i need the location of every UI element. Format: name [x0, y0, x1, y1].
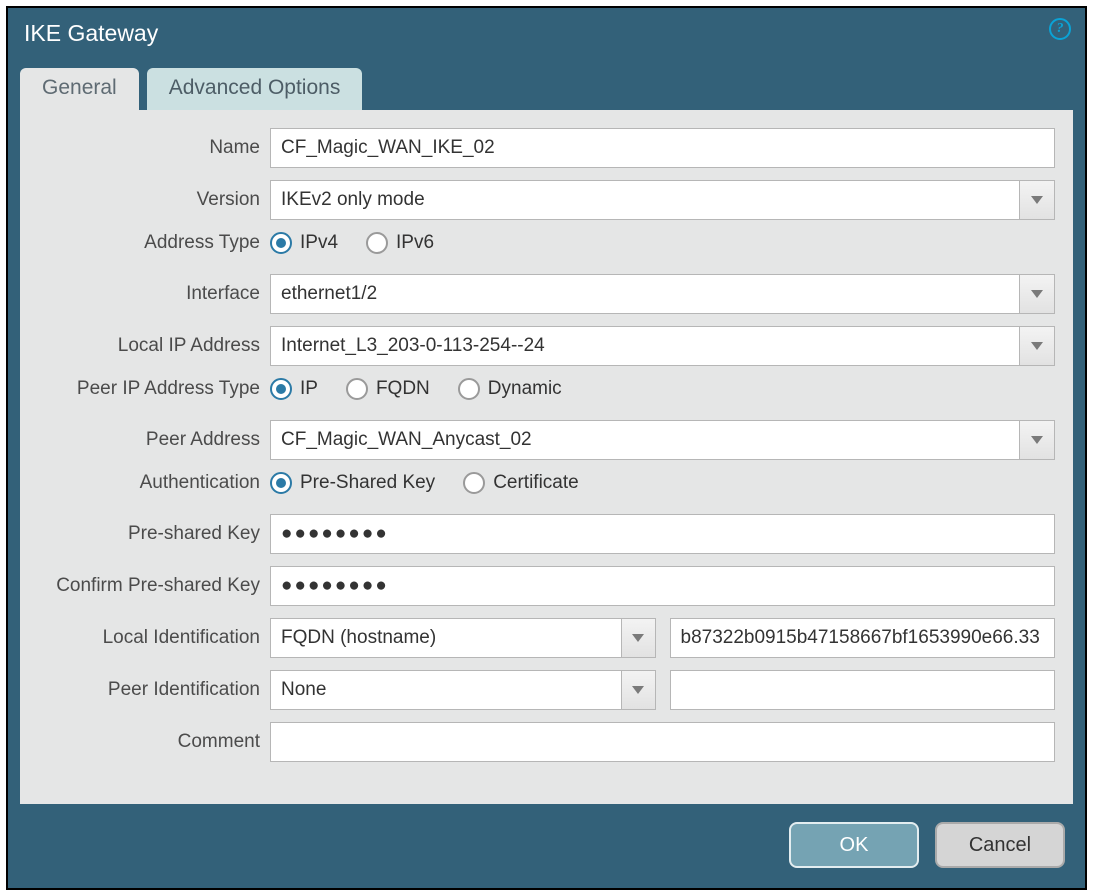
radio-psk-label: Pre-Shared Key: [300, 472, 435, 494]
interface-dropdown-button[interactable]: [1019, 274, 1055, 314]
label-version: Version: [38, 189, 270, 211]
radio-ipv6[interactable]: IPv6: [366, 232, 434, 254]
tab-advanced-options[interactable]: Advanced Options: [147, 68, 363, 110]
local-id-type-dropdown-button[interactable]: [621, 618, 656, 658]
radio-peer-fqdn-label: FQDN: [376, 378, 430, 400]
chevron-down-icon: [631, 633, 645, 643]
radio-peer-dynamic[interactable]: Dynamic: [458, 378, 562, 400]
local-id-value-input[interactable]: [670, 618, 1056, 658]
psk-input[interactable]: [270, 514, 1055, 554]
radio-ipv4[interactable]: IPv4: [270, 232, 338, 254]
radio-peer-fqdn[interactable]: FQDN: [346, 378, 430, 400]
dialog-title: IKE Gateway: [24, 20, 158, 46]
label-address-type: Address Type: [38, 232, 270, 254]
radio-cert-label: Certificate: [493, 472, 579, 494]
label-peer-ip-type: Peer IP Address Type: [38, 378, 270, 400]
comment-input[interactable]: [270, 722, 1055, 762]
radio-peer-ip-label: IP: [300, 378, 318, 400]
tab-general[interactable]: General: [20, 68, 139, 110]
label-local-id: Local Identification: [38, 627, 270, 649]
local-id-type-select[interactable]: [270, 618, 621, 658]
peer-id-type-dropdown-button[interactable]: [621, 670, 656, 710]
label-psk: Pre-shared Key: [38, 523, 270, 545]
name-input[interactable]: [270, 128, 1055, 168]
chevron-down-icon: [1030, 435, 1044, 445]
radio-peer-dynamic-label: Dynamic: [488, 378, 562, 400]
label-local-ip: Local IP Address: [38, 335, 270, 357]
chevron-down-icon: [1030, 289, 1044, 299]
dialog-footer: OK Cancel: [8, 804, 1085, 888]
titlebar: IKE Gateway ?: [8, 8, 1085, 52]
peer-address-select[interactable]: [270, 420, 1019, 460]
radio-ipv6-label: IPv6: [396, 232, 434, 254]
label-psk-confirm: Confirm Pre-shared Key: [38, 575, 270, 597]
local-ip-dropdown-button[interactable]: [1019, 326, 1055, 366]
label-interface: Interface: [38, 283, 270, 305]
interface-select[interactable]: [270, 274, 1019, 314]
radio-psk[interactable]: Pre-Shared Key: [270, 472, 435, 494]
label-comment: Comment: [38, 731, 270, 753]
radio-ipv4-label: IPv4: [300, 232, 338, 254]
local-ip-select[interactable]: [270, 326, 1019, 366]
ike-gateway-dialog: IKE Gateway ? General Advanced Options N…: [6, 6, 1087, 890]
chevron-down-icon: [1030, 195, 1044, 205]
label-name: Name: [38, 137, 270, 159]
cancel-button[interactable]: Cancel: [935, 822, 1065, 868]
peer-id-type-select[interactable]: [270, 670, 621, 710]
tabstrip: General Advanced Options: [8, 52, 1085, 110]
radio-peer-ip[interactable]: IP: [270, 378, 318, 400]
version-select[interactable]: [270, 180, 1019, 220]
psk-confirm-input[interactable]: [270, 566, 1055, 606]
peer-address-dropdown-button[interactable]: [1019, 420, 1055, 460]
chevron-down-icon: [1030, 341, 1044, 351]
help-icon[interactable]: ?: [1049, 18, 1071, 40]
version-dropdown-button[interactable]: [1019, 180, 1055, 220]
chevron-down-icon: [631, 685, 645, 695]
peer-id-value-input[interactable]: [670, 670, 1056, 710]
radio-cert[interactable]: Certificate: [463, 472, 579, 494]
general-panel: Name Version Address Type IP: [20, 110, 1073, 804]
label-authentication: Authentication: [38, 472, 270, 494]
label-peer-id: Peer Identification: [38, 679, 270, 701]
ok-button[interactable]: OK: [789, 822, 919, 868]
label-peer-address: Peer Address: [38, 429, 270, 451]
